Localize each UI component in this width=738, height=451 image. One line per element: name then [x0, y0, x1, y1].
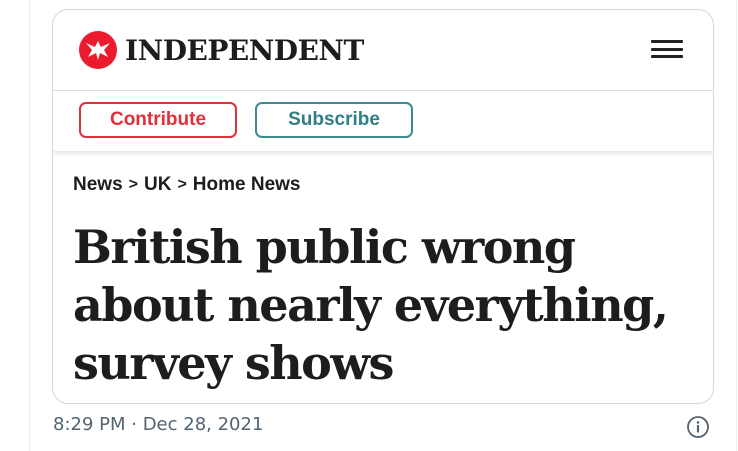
breadcrumb-separator: >	[128, 176, 138, 193]
action-bar: Contribute Subscribe	[53, 91, 713, 151]
info-icon[interactable]	[686, 415, 710, 439]
timeline-column-border-right	[736, 0, 737, 451]
link-preview-card[interactable]: INDEPENDENT Contribute Subscribe News > …	[52, 9, 714, 404]
contribute-button[interactable]: Contribute	[79, 102, 237, 138]
tweet-timestamp[interactable]: 8:29 PM · Dec 28, 2021	[53, 414, 263, 435]
breadcrumb-uk[interactable]: UK	[144, 174, 171, 196]
breadcrumb-news[interactable]: News	[73, 174, 123, 196]
subscribe-button[interactable]: Subscribe	[255, 102, 413, 138]
independent-logo[interactable]: INDEPENDENT	[79, 28, 364, 72]
eagle-icon	[79, 31, 117, 69]
breadcrumb: News > UK > Home News	[73, 173, 300, 197]
breadcrumb-separator: >	[177, 176, 187, 193]
article-headline[interactable]: British public wrong about nearly everyt…	[73, 218, 703, 392]
breadcrumb-home-news[interactable]: Home News	[193, 174, 301, 196]
hamburger-menu-icon[interactable]	[651, 37, 683, 61]
brand-name: INDEPENDENT	[125, 33, 364, 67]
timeline-column-border-left	[29, 0, 30, 451]
masthead: INDEPENDENT	[53, 10, 713, 91]
